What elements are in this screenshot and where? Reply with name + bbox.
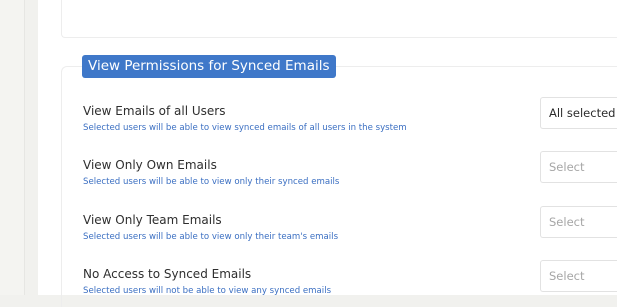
permission-row-no-access: No Access to Synced Emails Selected user…: [83, 260, 617, 307]
permission-row-all-users: View Emails of all Users Selected users …: [83, 97, 617, 144]
permission-label: View Only Team Emails: [83, 213, 222, 227]
permission-description: Selected users will be able to view sync…: [83, 123, 407, 133]
permission-label: No Access to Synced Emails: [83, 267, 252, 281]
previous-settings-card: [61, 0, 617, 38]
permission-label: View Only Own Emails: [83, 158, 217, 172]
users-select-own-emails[interactable]: Select: [540, 151, 617, 183]
permission-row-own-emails: View Only Own Emails Selected users will…: [83, 151, 617, 198]
users-select-all-users[interactable]: All selected: [540, 97, 617, 129]
users-select-no-access[interactable]: Select: [540, 260, 617, 292]
permission-description: Selected users will be able to view only…: [83, 232, 339, 242]
left-rail: [0, 0, 25, 295]
permission-row-team-emails: View Only Team Emails Selected users wil…: [83, 206, 617, 253]
permission-label: View Emails of all Users: [83, 104, 226, 118]
section-title: View Permissions for Synced Emails: [82, 55, 336, 78]
users-select-team-emails[interactable]: Select: [540, 206, 617, 238]
permission-description: Selected users will be able to view only…: [83, 177, 340, 187]
